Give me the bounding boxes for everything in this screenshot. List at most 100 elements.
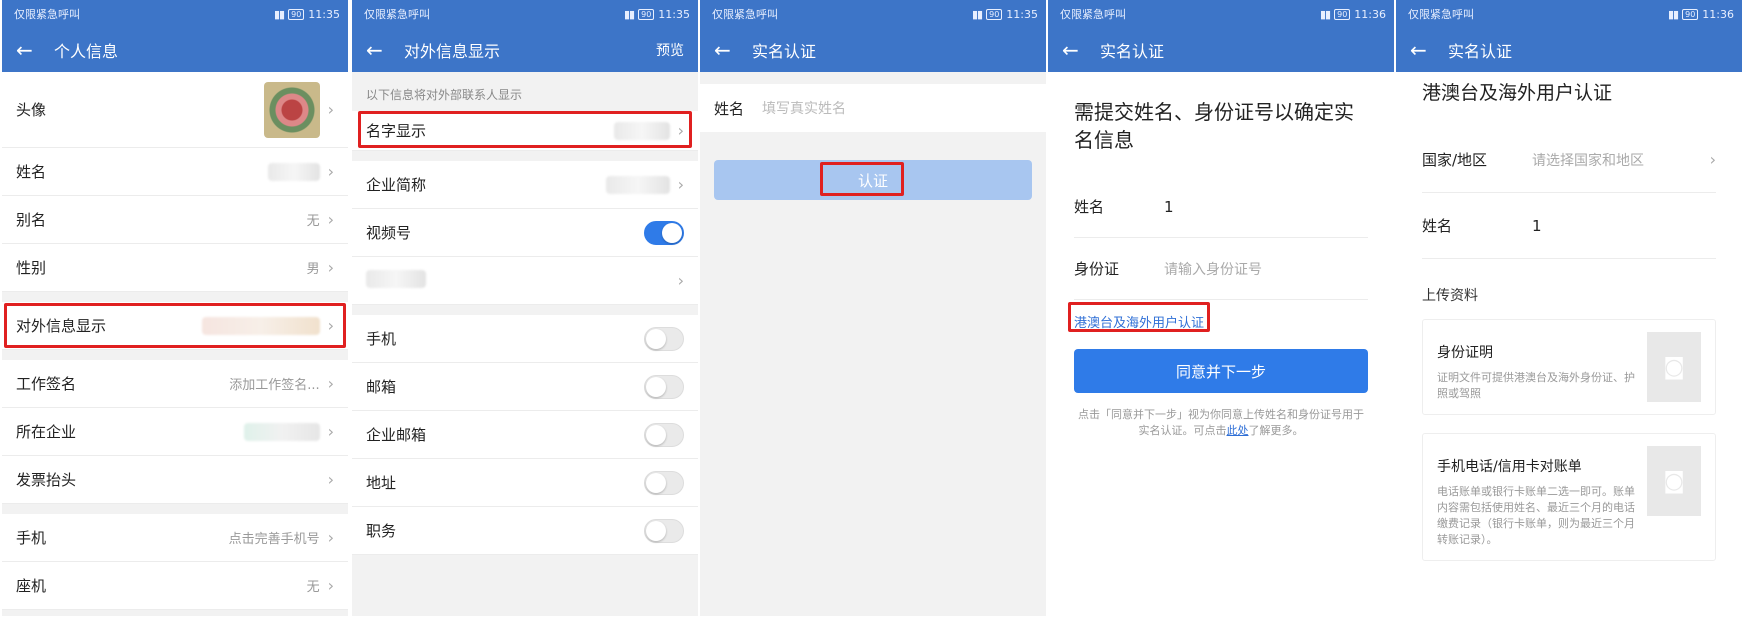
row-mobile[interactable]: 手机 点击完善手机号 ›	[2, 514, 348, 562]
row-label: 手机	[16, 529, 47, 547]
row-address[interactable]: 地址	[352, 459, 698, 507]
status-bar: 仅限紧急呼叫 ▮▮ 90 11:36	[1048, 0, 1394, 28]
id-input-placeholder[interactable]: 请输入身份证号	[1164, 259, 1262, 279]
back-arrow-icon[interactable]: ←	[1410, 38, 1448, 62]
country-label: 国家/地区	[1422, 151, 1488, 169]
terms-text-post: 了解更多。	[1248, 424, 1304, 437]
id-field[interactable]: 身份证 请输入身份证号	[1074, 238, 1368, 300]
name-value[interactable]: 1	[1164, 198, 1174, 216]
row-label: 邮箱	[366, 378, 397, 396]
blurred-value	[605, 175, 670, 194]
name-field[interactable]: 姓名 填写真实姓名	[700, 84, 1046, 132]
email-toggle[interactable]	[644, 374, 684, 399]
back-arrow-icon[interactable]: ←	[714, 38, 752, 62]
row-value: 点击完善手机号	[228, 532, 320, 547]
name-field[interactable]: 姓名 1	[1422, 193, 1716, 259]
terms-text-pre: 点击「同意并下一步」视为你同意上传姓名和身份证号用于实名认证。可点击	[1078, 408, 1364, 437]
back-arrow-icon[interactable]: ←	[16, 38, 54, 62]
row-mobile[interactable]: 手机	[352, 315, 698, 363]
row-external-info[interactable]: 对外信息显示 ›	[2, 302, 348, 350]
app-bar: ← 对外信息显示 预览	[352, 28, 698, 72]
preview-button[interactable]: 预览	[656, 40, 684, 60]
blurred-label	[366, 269, 426, 288]
status-bar: 仅限紧急呼叫 ▮▮ 90 11:36	[1396, 0, 1742, 28]
screen-personal-info: 仅限紧急呼叫 ▮▮ 90 11:35 ← 个人信息 头像 › 姓名 › 别名 无 › …	[2, 0, 348, 616]
page-title: 实名认证	[752, 42, 817, 61]
page-title: 个人信息	[54, 42, 119, 61]
row-position[interactable]: 职务	[352, 507, 698, 555]
card-title: 手机电话/信用卡对账单	[1437, 459, 1582, 475]
app-bar: ← 实名认证	[1048, 28, 1394, 72]
hint-text: 以下信息将对外部联系人显示	[366, 88, 523, 102]
app-bar: ← 实名认证	[700, 28, 1046, 72]
signal-icon: ▮▮	[624, 7, 635, 21]
clock: 11:35	[308, 7, 340, 21]
row-landline[interactable]: 座机 无 ›	[2, 562, 348, 610]
chevron-right-icon: ›	[327, 316, 334, 335]
carrier-text: 仅限紧急呼叫	[364, 8, 430, 21]
terms-note: 点击「同意并下一步」视为你同意上传姓名和身份证号用于实名认证。可点击此处了解更多…	[1048, 393, 1394, 439]
back-arrow-icon[interactable]: ←	[366, 38, 404, 62]
upload-section-label: 上传资料	[1422, 288, 1478, 304]
row-video-channel[interactable]: 视频号	[352, 209, 698, 257]
row-email[interactable]: 邮箱	[352, 363, 698, 411]
headline: 港澳台及海外用户认证	[1422, 82, 1613, 104]
upload-card-id-proof[interactable]: 身份证明 证明文件可提供港澳台及海外身份证、护照或驾照 ◙	[1422, 319, 1716, 415]
row-gender[interactable]: 性别 男 ›	[2, 244, 348, 292]
row-label: 名字显示	[366, 122, 427, 140]
clock: 11:35	[658, 7, 690, 21]
row-company[interactable]: 所在企业 ›	[2, 408, 348, 456]
learn-more-link[interactable]: 此处	[1227, 424, 1249, 437]
row-alias[interactable]: 别名 无 ›	[2, 196, 348, 244]
screen-real-name-2: 仅限紧急呼叫 ▮▮ 90 11:36 ← 实名认证 需提交姓名、身份证号以确定实名信…	[1048, 0, 1394, 616]
agree-next-button[interactable]: 同意并下一步	[1074, 349, 1368, 393]
signal-icon: ▮▮	[274, 7, 285, 21]
name-value[interactable]: 1	[1532, 217, 1542, 235]
row-label: 企业邮箱	[366, 426, 427, 444]
back-arrow-icon[interactable]: ←	[1062, 38, 1100, 62]
row-work-signature[interactable]: 工作签名 添加工作签名... ›	[2, 360, 348, 408]
camera-icon[interactable]: ◙	[1647, 446, 1701, 516]
country-field[interactable]: 国家/地区 请选择国家和地区 ›	[1422, 127, 1716, 193]
mobile-toggle[interactable]	[644, 326, 684, 351]
chevron-right-icon: ›	[677, 121, 684, 140]
name-field[interactable]: 姓名 1	[1074, 176, 1368, 238]
screen-external-info: 仅限紧急呼叫 ▮▮ 90 11:35 ← 对外信息显示 预览 以下信息将对外部联系人…	[352, 0, 698, 616]
name-input-placeholder[interactable]: 填写真实姓名	[762, 98, 846, 118]
video-channel-toggle[interactable]	[644, 220, 684, 245]
country-select-placeholder[interactable]: 请选择国家和地区	[1532, 150, 1710, 170]
page-title: 对外信息显示	[404, 42, 501, 61]
row-value: 无	[306, 580, 320, 595]
row-company-short[interactable]: 企业简称 ›	[352, 161, 698, 209]
chevron-right-icon: ›	[677, 175, 684, 194]
status-bar: 仅限紧急呼叫 ▮▮ 90 11:35	[700, 0, 1046, 28]
name-label: 姓名	[1422, 217, 1453, 235]
row-corp-email[interactable]: 企业邮箱	[352, 411, 698, 459]
row-name-display[interactable]: 名字显示 ›	[352, 111, 698, 151]
address-toggle[interactable]	[644, 470, 684, 495]
verify-button-label: 认证	[857, 171, 888, 190]
verify-button[interactable]: 认证	[714, 160, 1032, 200]
chevron-right-icon: ›	[327, 100, 334, 119]
row-label: 别名	[16, 211, 47, 229]
row-label: 地址	[366, 474, 397, 492]
chevron-right-icon: ›	[1709, 150, 1716, 169]
overseas-auth-link[interactable]: 港澳台及海外用户认证	[1048, 302, 1394, 332]
position-toggle[interactable]	[644, 518, 684, 543]
upload-card-bill[interactable]: 手机电话/信用卡对账单 电话账单或银行卡账单二选一即可。账单内容需包括使用姓名、…	[1422, 433, 1716, 561]
chevron-right-icon: ›	[327, 162, 334, 181]
name-label: 姓名	[1074, 198, 1105, 216]
battery-icon: 90	[1682, 8, 1699, 20]
row-label: 座机	[16, 577, 47, 595]
chevron-right-icon: ›	[677, 271, 684, 290]
row-name[interactable]: 姓名 ›	[2, 148, 348, 196]
row-blurred-item[interactable]: ›	[352, 257, 698, 305]
corp-email-toggle[interactable]	[644, 422, 684, 447]
row-invoice-title[interactable]: 发票抬头 ›	[2, 456, 348, 504]
camera-icon[interactable]: ◙	[1647, 332, 1701, 402]
row-label: 姓名	[16, 163, 47, 181]
row-avatar[interactable]: 头像 ›	[2, 72, 348, 148]
card-title: 身份证明	[1437, 345, 1493, 361]
row-value: 无	[306, 214, 320, 229]
carrier-text: 仅限紧急呼叫	[1408, 8, 1474, 21]
